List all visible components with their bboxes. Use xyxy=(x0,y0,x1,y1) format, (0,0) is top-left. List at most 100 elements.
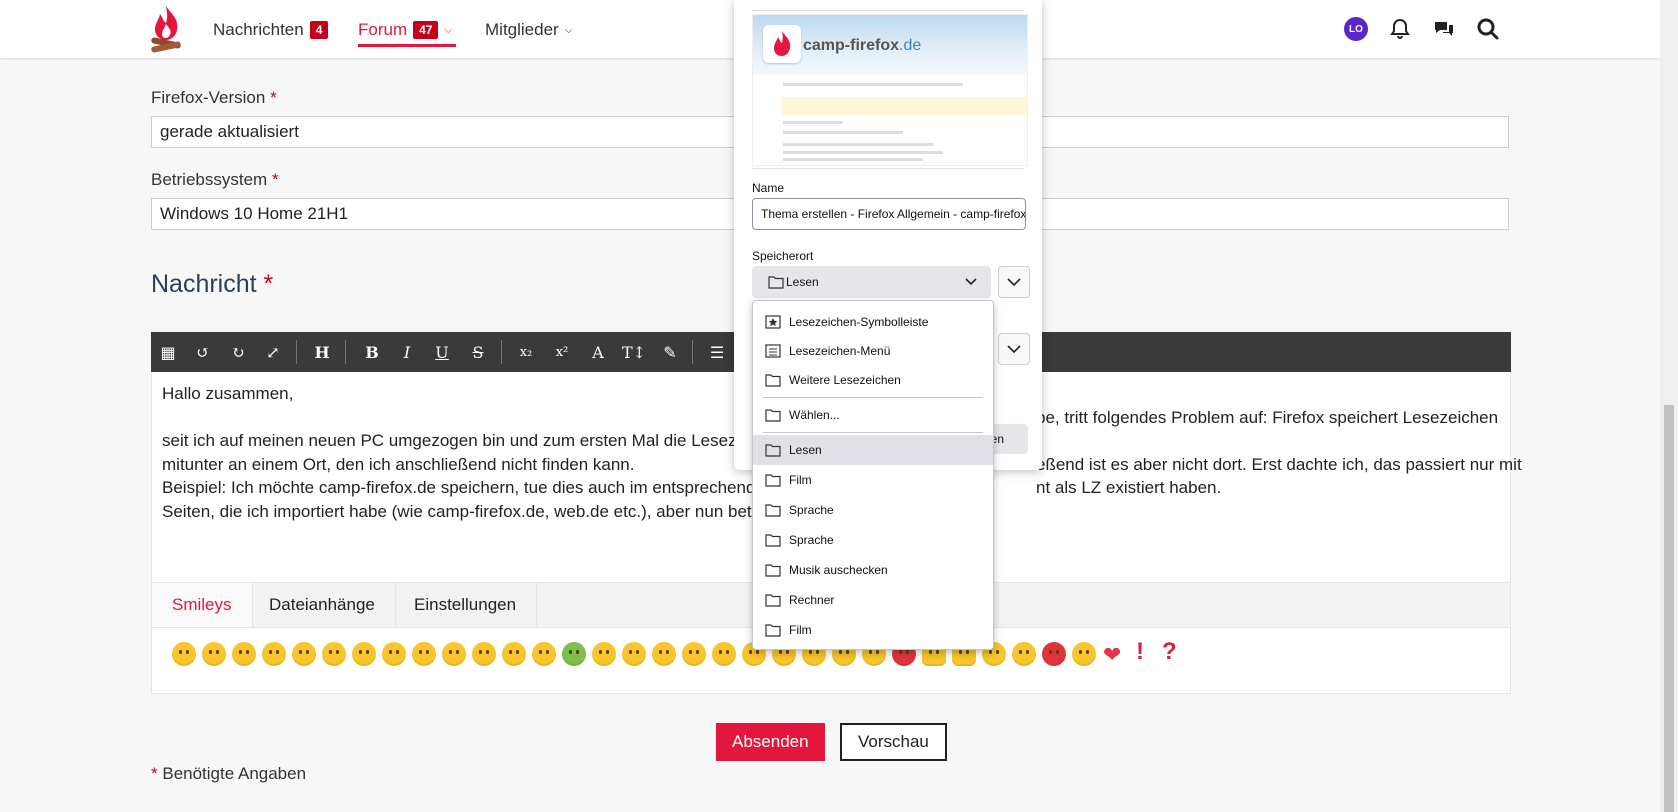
menu-item-other-bookmarks[interactable]: Weitere Lesezeichen xyxy=(753,365,993,395)
source-code-icon[interactable]: ▦ xyxy=(153,332,183,372)
menu-item-bookmarks-toolbar[interactable]: Lesezeichen-Symbolleiste xyxy=(753,307,993,337)
message-section-title: Nachricht * xyxy=(151,270,273,299)
expand-folder-tree-button[interactable] xyxy=(998,266,1030,298)
thumbnail-text-line xyxy=(783,131,903,134)
font-color-icon[interactable]: A xyxy=(583,332,613,372)
conversations-icon[interactable] xyxy=(1432,17,1456,41)
toolbar-divider xyxy=(345,340,346,364)
nav-forum-label: Forum xyxy=(358,20,408,39)
nav-messages[interactable]: Nachrichten 4 xyxy=(213,18,329,42)
smiley-icon[interactable] xyxy=(292,642,316,666)
smiley-icon[interactable] xyxy=(262,642,286,666)
menu-item-folder[interactable]: Film xyxy=(753,465,993,495)
campfire-logo-icon[interactable] xyxy=(147,4,185,54)
menu-item-folder[interactable]: Film xyxy=(753,615,993,645)
redo-icon[interactable]: ↻ xyxy=(223,332,253,372)
tab-smileys[interactable]: Smileys xyxy=(152,583,253,627)
thumbnail-site-name: camp-firefox.de xyxy=(803,37,921,55)
nav-members[interactable]: Mitglieder ⌵ xyxy=(485,18,572,42)
required-note-text: Benötigte Angaben xyxy=(162,764,307,783)
smiley-icon[interactable] xyxy=(442,642,466,666)
bold-icon[interactable]: B xyxy=(357,332,387,372)
chevron-down-icon: ⌵ xyxy=(564,24,573,36)
expand-tags-button[interactable] xyxy=(998,333,1030,365)
submit-button[interactable]: Absenden xyxy=(716,723,825,761)
menu-item-folder[interactable]: Sprache xyxy=(753,495,993,525)
menu-item-label: Sprache xyxy=(789,503,834,517)
firefox-version-label: Firefox-Version * xyxy=(151,88,277,108)
smiley-icon[interactable] xyxy=(352,642,376,666)
bell-icon[interactable] xyxy=(1388,17,1412,41)
undo-icon[interactable]: ↺ xyxy=(188,332,218,372)
folder-icon xyxy=(765,534,781,547)
subscript-icon[interactable]: x₂ xyxy=(511,332,541,372)
superscript-icon[interactable]: x² xyxy=(547,332,577,372)
strikethrough-icon[interactable]: S xyxy=(463,332,493,372)
menu-item-bookmarks-menu[interactable]: Lesezeichen-Menü xyxy=(753,336,993,366)
smiley-icon[interactable] xyxy=(532,642,556,666)
devil-smiley-icon[interactable] xyxy=(1042,642,1066,666)
smiley-icon[interactable] xyxy=(502,642,526,666)
editor-tail-line xyxy=(1036,382,1522,406)
smiley-icon[interactable] xyxy=(682,642,706,666)
folder-icon xyxy=(765,594,781,607)
question-icon[interactable]: ? xyxy=(1162,638,1177,666)
star-folder-icon xyxy=(765,315,781,329)
fullscreen-icon[interactable]: ⤢ xyxy=(258,332,288,372)
tab-attachments[interactable]: Dateianhänge xyxy=(249,583,396,627)
smiley-icon[interactable] xyxy=(382,642,406,666)
smiley-icon[interactable] xyxy=(322,642,346,666)
menu-item-choose[interactable]: Wählen... xyxy=(753,400,993,430)
page-scrollbar-thumb[interactable] xyxy=(1664,405,1674,812)
align-icon[interactable]: ☰ xyxy=(702,332,732,372)
smiley-icon[interactable] xyxy=(172,642,196,666)
thumbnail-text-line xyxy=(783,151,943,154)
underline-icon[interactable]: U xyxy=(427,332,457,372)
angel-smiley-icon[interactable] xyxy=(1072,642,1096,666)
menu-item-label: Film xyxy=(789,623,812,637)
smiley-icon[interactable] xyxy=(202,642,226,666)
smiley-icon[interactable] xyxy=(592,642,616,666)
sick-smiley-icon[interactable] xyxy=(562,642,586,666)
smiley-icon[interactable] xyxy=(652,642,676,666)
bookmark-location-select[interactable]: Lesen xyxy=(752,266,991,298)
menu-list-icon xyxy=(765,344,781,358)
menu-item-label: Lesezeichen-Symbolleiste xyxy=(789,315,929,329)
nav-forum[interactable]: Forum 47 ⌵ xyxy=(358,18,452,42)
thumbnail-notice xyxy=(781,97,1027,115)
smiley-icon[interactable] xyxy=(622,642,646,666)
selected-location: Lesen xyxy=(786,275,819,289)
menu-item-folder-selected[interactable]: Lesen xyxy=(753,435,993,465)
menu-item-folder[interactable]: Musik auschecken xyxy=(753,555,993,585)
tab-settings[interactable]: Einstellungen xyxy=(394,583,538,627)
smiley-icon[interactable] xyxy=(412,642,436,666)
heart-icon[interactable]: ❤ xyxy=(1103,642,1121,668)
menu-item-folder[interactable]: Sprache xyxy=(753,525,993,555)
smiley-icon[interactable] xyxy=(232,642,256,666)
sunglasses-smiley-icon[interactable] xyxy=(712,642,736,666)
exclamation-icon[interactable]: ! xyxy=(1136,638,1144,666)
editor-tail-line: be, tritt folgendes Problem auf: Firefox… xyxy=(1036,407,1499,427)
folder-icon xyxy=(765,564,781,577)
clear-format-brush-icon[interactable]: ✎ xyxy=(655,332,685,372)
bookmark-name-label: Name xyxy=(752,181,785,195)
editor-tail-line: eßend ist es aber nicht dort. Erst dacht… xyxy=(1036,454,1522,474)
page-preview-thumbnail: camp-firefox.de xyxy=(752,14,1028,166)
preview-button[interactable]: Vorschau xyxy=(840,723,947,761)
menu-item-label: Rechner xyxy=(789,593,835,607)
user-avatar[interactable]: LO xyxy=(1344,17,1368,41)
italic-icon[interactable]: I xyxy=(392,332,422,372)
folder-icon xyxy=(765,409,781,422)
menu-item-folder[interactable]: Rechner xyxy=(753,585,993,615)
nav-members-label: Mitglieder xyxy=(485,20,559,39)
heading-icon[interactable]: H xyxy=(307,332,337,372)
editor-visible-tail: be, tritt folgendes Problem auf: Firefox… xyxy=(1036,382,1522,500)
bookmark-name-input[interactable]: Thema erstellen - Firefox Allgemein - ca… xyxy=(752,198,1026,230)
chevron-down-icon xyxy=(965,278,977,286)
search-icon[interactable] xyxy=(1476,17,1500,41)
font-size-icon[interactable]: T↕ xyxy=(619,332,649,372)
smiley-icon[interactable] xyxy=(1012,642,1036,666)
thumbnail-text-line xyxy=(783,121,843,124)
bookmark-location-label: Speicherort xyxy=(752,249,814,263)
smiley-icon[interactable] xyxy=(472,642,496,666)
